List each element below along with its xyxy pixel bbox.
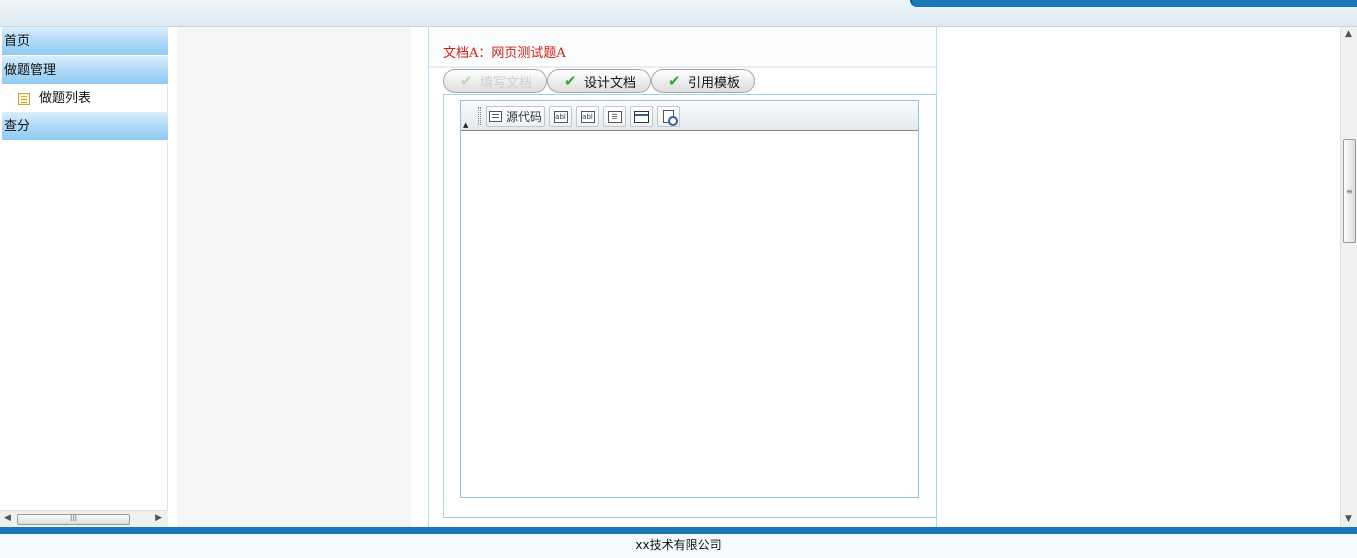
scrollbar-thumb[interactable]: III [17, 514, 130, 525]
scrollbar-grip: III [69, 514, 78, 523]
textarea-button[interactable]: abl [576, 106, 599, 127]
sidebar-item-home[interactable]: 首页 [2, 27, 168, 56]
scroll-left-arrow-icon[interactable]: ◀ [4, 513, 11, 523]
top-header [0, 0, 1357, 27]
preview-icon [663, 110, 678, 126]
list-icon [18, 92, 30, 105]
tab-fill-document[interactable]: ✔ 填写文档 [443, 69, 547, 93]
scroll-down-arrow-icon[interactable]: ▼ [1345, 514, 1352, 524]
footer: xx技术有限公司 [0, 527, 1357, 558]
footer-company: xx技术有限公司 [635, 538, 722, 552]
source-code-label: 源代码 [505, 110, 542, 124]
scrollbar-thumb[interactable]: ≡ [1343, 139, 1356, 243]
document-title: 文档A：网页测试题A [443, 46, 566, 61]
source-code-icon [488, 111, 502, 122]
tab-design-document[interactable]: ✔ 设计文档 [547, 69, 651, 93]
document-title-row: 文档A：网页测试题A [429, 30, 936, 68]
document-tabs: ✔ 填写文档 ✔ 设计文档 ✔ 引用模板 [443, 69, 937, 93]
preview-button[interactable] [657, 106, 680, 127]
sidebar: 首页 做题管理 做题列表 查分 ◀ III ▶ [0, 27, 168, 527]
collapse-toolbar-icon[interactable]: ▲ [463, 121, 468, 129]
textarea-icon: abl [580, 110, 595, 123]
check-icon: ✔ [564, 72, 577, 90]
sidebar-item-label: 查分 [4, 119, 31, 134]
source-code-button[interactable]: 源代码 [486, 106, 545, 127]
rich-text-editor[interactable]: ▲ 源代码 abl abl ☰ [460, 100, 919, 498]
text-field-icon: abl [553, 110, 568, 123]
editor-frame: ▲ 源代码 abl abl ☰ [443, 94, 937, 518]
table-button[interactable] [630, 106, 653, 127]
sidebar-item-practice-management[interactable]: 做题管理 [2, 56, 168, 85]
sidebar-item-label: 做题管理 [4, 63, 57, 78]
toolbar-grip[interactable] [478, 107, 481, 125]
sidebar-horizontal-scrollbar[interactable]: ◀ III ▶ [0, 510, 168, 527]
tab-label: 引用模板 [688, 75, 741, 91]
sidebar-item-scores[interactable]: 查分 [2, 112, 168, 141]
scroll-right-arrow-icon[interactable]: ▶ [155, 513, 162, 523]
sidebar-subitem-label: 做题列表 [39, 91, 92, 106]
main-panel: 文档A：网页测试题A ✔ 填写文档 ✔ 设计文档 ✔ 引用模板 ▲ 源代码 ab… [428, 27, 937, 527]
page-vertical-scrollbar[interactable]: ▲ ≡ ▼ [1340, 27, 1357, 527]
tab-use-template[interactable]: ✔ 引用模板 [651, 69, 755, 93]
check-icon: ✔ [460, 72, 473, 90]
tab-label: 设计文档 [584, 75, 637, 91]
form-list-button[interactable]: ☰ [603, 106, 626, 127]
sidebar-subitem-practice-list[interactable]: 做题列表 [0, 85, 167, 112]
editor-toolbar: ▲ 源代码 abl abl ☰ [461, 101, 918, 131]
text-field-button[interactable]: abl [549, 106, 572, 127]
form-list-icon: ☰ [607, 110, 622, 123]
check-icon: ✔ [668, 72, 681, 90]
table-icon [634, 110, 649, 123]
sidebar-item-label: 首页 [4, 34, 31, 49]
tab-label: 填写文档 [480, 75, 533, 91]
content-gutter [177, 27, 411, 527]
scroll-up-arrow-icon[interactable]: ▲ [1345, 29, 1352, 39]
header-brand-bar [910, 0, 1357, 7]
